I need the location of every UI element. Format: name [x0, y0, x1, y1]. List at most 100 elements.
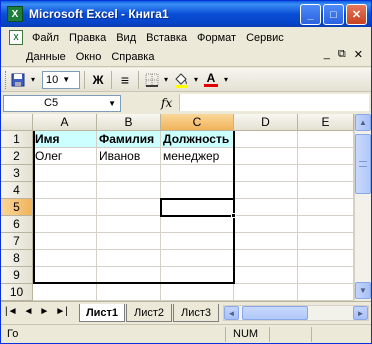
scroll-up-icon[interactable]: ▲: [355, 114, 371, 131]
chevron-down-icon[interactable]: ▾: [191, 70, 201, 90]
cell-b3[interactable]: [97, 165, 161, 182]
menu-insert[interactable]: Вставка: [141, 32, 192, 44]
cell-c4[interactable]: [161, 182, 234, 199]
cell-e6[interactable]: [298, 216, 354, 233]
cell-b10[interactable]: [97, 284, 161, 301]
cell-e2[interactable]: [298, 148, 354, 165]
font-size-select[interactable]: 10 ▼: [42, 70, 80, 89]
vertical-scrollbar[interactable]: ▲ ▼: [354, 114, 371, 300]
cell-c6[interactable]: [161, 216, 234, 233]
fill-handle[interactable]: [231, 213, 236, 218]
close-button[interactable]: ✕: [346, 4, 367, 25]
menu-help[interactable]: Справка: [106, 51, 159, 63]
column-header-b[interactable]: B: [97, 114, 161, 131]
cell-c7[interactable]: [161, 233, 234, 250]
workbook-icon[interactable]: X: [9, 30, 23, 45]
cell-a8[interactable]: [33, 250, 97, 267]
first-sheet-icon[interactable]: |◄: [5, 306, 18, 317]
column-header-c[interactable]: C: [161, 114, 234, 131]
scroll-down-icon[interactable]: ▼: [355, 282, 371, 299]
horizontal-scroll-thumb[interactable]: [242, 306, 308, 320]
scroll-right-icon[interactable]: ►: [353, 306, 368, 320]
cell-c3[interactable]: [161, 165, 234, 182]
borders-icon[interactable]: [143, 70, 161, 90]
sheet-tab-3[interactable]: Лист3: [173, 304, 219, 322]
sheet-tab-2[interactable]: Лист2: [126, 304, 172, 322]
fx-icon[interactable]: fx: [161, 96, 172, 110]
vertical-scroll-thumb[interactable]: [355, 134, 371, 194]
next-sheet-icon[interactable]: ►: [39, 306, 49, 317]
row-header-4[interactable]: 4: [1, 182, 33, 199]
cell-d3[interactable]: [234, 165, 298, 182]
row-header-8[interactable]: 8: [1, 250, 33, 267]
sheet-tab-1[interactable]: Лист1: [79, 304, 125, 322]
cell-b7[interactable]: [97, 233, 161, 250]
cell-a2[interactable]: Олег: [33, 148, 97, 165]
column-header-a[interactable]: A: [33, 114, 97, 131]
cell-e1[interactable]: [298, 131, 354, 148]
column-header-d[interactable]: D: [234, 114, 298, 131]
chevron-down-icon[interactable]: ▼: [108, 99, 116, 108]
save-icon[interactable]: [8, 70, 28, 90]
cell-b4[interactable]: [97, 182, 161, 199]
row-header-7[interactable]: 7: [1, 233, 33, 250]
scroll-left-icon[interactable]: ◄: [224, 306, 239, 320]
workbook-close-button[interactable]: ✕: [354, 48, 363, 61]
menu-edit[interactable]: Правка: [64, 32, 111, 44]
cell-b2[interactable]: Иванов: [97, 148, 161, 165]
menu-file[interactable]: Файл: [29, 32, 64, 44]
workbook-restore-button[interactable]: ⧉: [338, 48, 346, 61]
align-center-button[interactable]: ≡: [116, 70, 134, 90]
name-box[interactable]: C5 ▼: [3, 94, 121, 112]
cell-a4[interactable]: [33, 182, 97, 199]
workbook-minimize-button[interactable]: _: [324, 48, 330, 61]
cell-b5[interactable]: [97, 199, 161, 216]
cell-d4[interactable]: [234, 182, 298, 199]
last-sheet-icon[interactable]: ►|: [55, 306, 68, 317]
select-all-corner[interactable]: [1, 114, 33, 131]
cell-b1[interactable]: Фамилия: [97, 131, 161, 148]
cell-d5[interactable]: [234, 199, 298, 216]
row-header-10[interactable]: 10: [1, 284, 33, 301]
cell-a7[interactable]: [33, 233, 97, 250]
row-header-3[interactable]: 3: [1, 165, 33, 182]
cell-e4[interactable]: [298, 182, 354, 199]
bold-button[interactable]: Ж: [89, 70, 107, 90]
cell-c2[interactable]: менеджер: [161, 148, 234, 165]
column-header-e[interactable]: E: [298, 114, 354, 131]
toolbar-options-icon[interactable]: ▾: [28, 70, 38, 90]
row-header-9[interactable]: 9: [1, 267, 33, 284]
excel-app-icon[interactable]: X: [7, 6, 23, 22]
cell-e10[interactable]: [298, 284, 354, 301]
row-header-1[interactable]: 1: [1, 131, 33, 148]
chevron-down-icon[interactable]: ▾: [221, 70, 231, 90]
cell-d1[interactable]: [234, 131, 298, 148]
menu-view[interactable]: Вид: [111, 32, 141, 44]
cell-e9[interactable]: [298, 267, 354, 284]
chevron-down-icon[interactable]: ▾: [161, 70, 171, 90]
prev-sheet-icon[interactable]: ◄: [24, 306, 34, 317]
cell-a5[interactable]: [33, 199, 97, 216]
cell-a6[interactable]: [33, 216, 97, 233]
cell-b6[interactable]: [97, 216, 161, 233]
formula-input[interactable]: [179, 94, 369, 111]
cell-a10[interactable]: [33, 284, 97, 301]
cell-a3[interactable]: [33, 165, 97, 182]
cell-d6[interactable]: [234, 216, 298, 233]
cell-d2[interactable]: [234, 148, 298, 165]
cell-c1[interactable]: Должность: [161, 131, 234, 148]
horizontal-scrollbar[interactable]: ◄ ►: [223, 305, 369, 321]
cell-d9[interactable]: [234, 267, 298, 284]
cell-d7[interactable]: [234, 233, 298, 250]
worksheet-grid[interactable]: A B C D E 1 2 3 4 5 6 7 8 9 10 Имя Олег Фа…: [1, 114, 371, 301]
cell-b8[interactable]: [97, 250, 161, 267]
cell-e8[interactable]: [298, 250, 354, 267]
menu-format[interactable]: Формат: [192, 32, 241, 44]
row-header-6[interactable]: 6: [1, 216, 33, 233]
cell-c8[interactable]: [161, 250, 234, 267]
row-header-2[interactable]: 2: [1, 148, 33, 165]
menu-window[interactable]: Окно: [71, 51, 107, 63]
cell-c10[interactable]: [161, 284, 234, 301]
minimize-button[interactable]: _: [300, 4, 321, 25]
fill-color-icon[interactable]: [171, 70, 191, 90]
